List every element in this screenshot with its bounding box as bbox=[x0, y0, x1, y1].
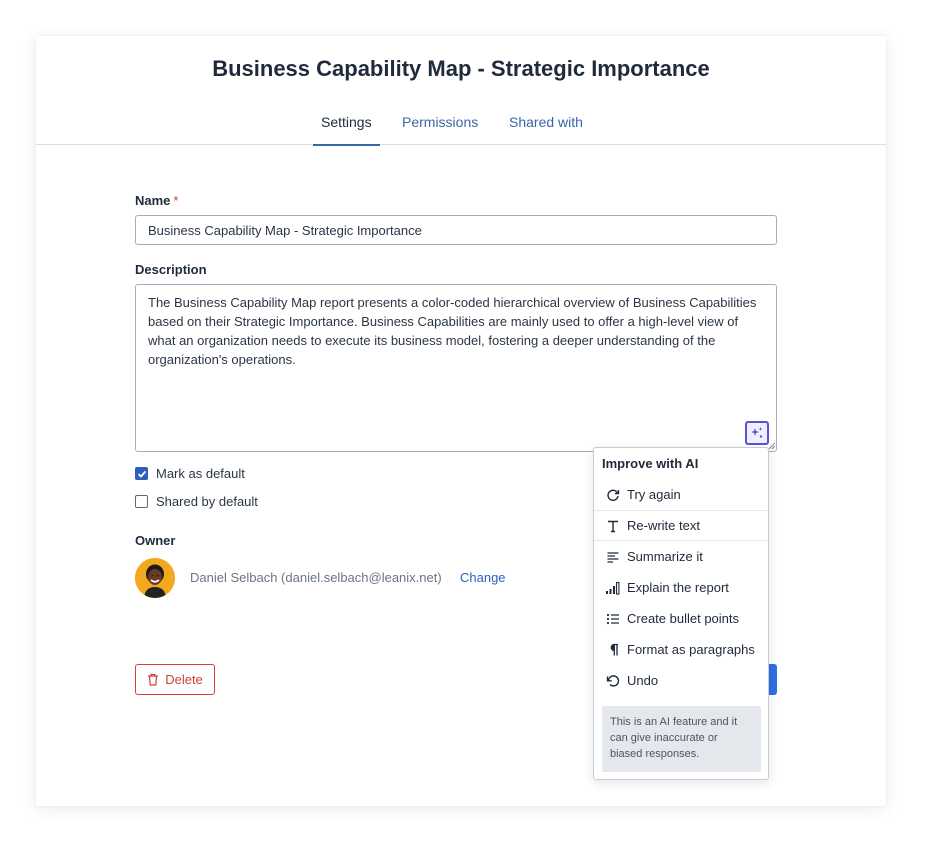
menu-item-label: Undo bbox=[627, 673, 659, 688]
trash-icon bbox=[148, 673, 159, 686]
ai-improve-button[interactable] bbox=[745, 421, 769, 445]
menu-item-undo[interactable]: Undo bbox=[594, 665, 768, 696]
name-label: Name * bbox=[135, 193, 178, 208]
ai-disclaimer: This is an AI feature and it can give in… bbox=[602, 706, 761, 772]
owner-name: Daniel Selbach (daniel.selbach@leanix.ne… bbox=[190, 570, 442, 585]
ai-improve-menu: Improve with AI Try again Re-write text … bbox=[593, 447, 769, 780]
tab-permissions[interactable]: Permissions bbox=[402, 112, 478, 145]
menu-item-bullet-points[interactable]: Create bullet points bbox=[594, 603, 768, 634]
dialog-title: Business Capability Map - Strategic Impo… bbox=[212, 56, 710, 81]
bar-chart-icon bbox=[605, 580, 621, 596]
mark-default-checkbox[interactable] bbox=[135, 467, 148, 480]
description-textarea[interactable]: The Business Capability Map report prese… bbox=[135, 284, 777, 452]
shared-default-label: Shared by default bbox=[156, 494, 258, 509]
menu-item-label: Explain the report bbox=[627, 580, 729, 595]
pilcrow-icon bbox=[605, 642, 621, 658]
owner-label: Owner bbox=[135, 533, 176, 548]
menu-item-summarize[interactable]: Summarize it bbox=[594, 541, 768, 572]
text-icon bbox=[605, 518, 621, 534]
menu-item-explain-report[interactable]: Explain the report bbox=[594, 572, 768, 603]
sparkle-icon bbox=[751, 427, 763, 438]
ai-menu-title: Improve with AI bbox=[602, 456, 699, 471]
description-label: Description bbox=[135, 262, 207, 277]
required-mark: * bbox=[173, 193, 179, 208]
name-label-text: Name bbox=[135, 193, 171, 208]
bullet-list-icon bbox=[605, 611, 621, 627]
delete-button[interactable]: Delete bbox=[135, 664, 215, 695]
avatar bbox=[135, 558, 175, 598]
owner-avatar-icon bbox=[135, 558, 175, 598]
menu-item-label: Summarize it bbox=[627, 549, 703, 564]
delete-label: Delete bbox=[165, 672, 203, 687]
refresh-icon bbox=[605, 487, 621, 503]
tab-shared-with[interactable]: Shared with bbox=[509, 112, 583, 145]
menu-item-try-again[interactable]: Try again bbox=[594, 479, 768, 510]
menu-item-label: Format as paragraphs bbox=[627, 642, 755, 657]
menu-item-label: Try again bbox=[627, 487, 681, 502]
summary-lines-icon bbox=[605, 549, 621, 565]
undo-icon bbox=[605, 673, 621, 689]
mark-default-label: Mark as default bbox=[156, 466, 245, 481]
name-input[interactable] bbox=[135, 215, 777, 245]
tab-bar: Settings Permissions Shared with bbox=[36, 112, 886, 146]
menu-item-rewrite-text[interactable]: Re-write text bbox=[594, 510, 768, 541]
shared-default-row[interactable]: Shared by default bbox=[135, 494, 258, 509]
menu-item-format-paragraphs[interactable]: Format as paragraphs bbox=[594, 634, 768, 665]
change-owner-link[interactable]: Change bbox=[460, 570, 506, 585]
checkmark-icon bbox=[137, 470, 146, 478]
mark-default-row[interactable]: Mark as default bbox=[135, 466, 245, 481]
resize-grip-icon[interactable] bbox=[768, 442, 776, 450]
tab-settings[interactable]: Settings bbox=[313, 112, 380, 146]
shared-default-checkbox[interactable] bbox=[135, 495, 148, 508]
menu-item-label: Re-write text bbox=[627, 518, 700, 533]
menu-item-label: Create bullet points bbox=[627, 611, 740, 626]
